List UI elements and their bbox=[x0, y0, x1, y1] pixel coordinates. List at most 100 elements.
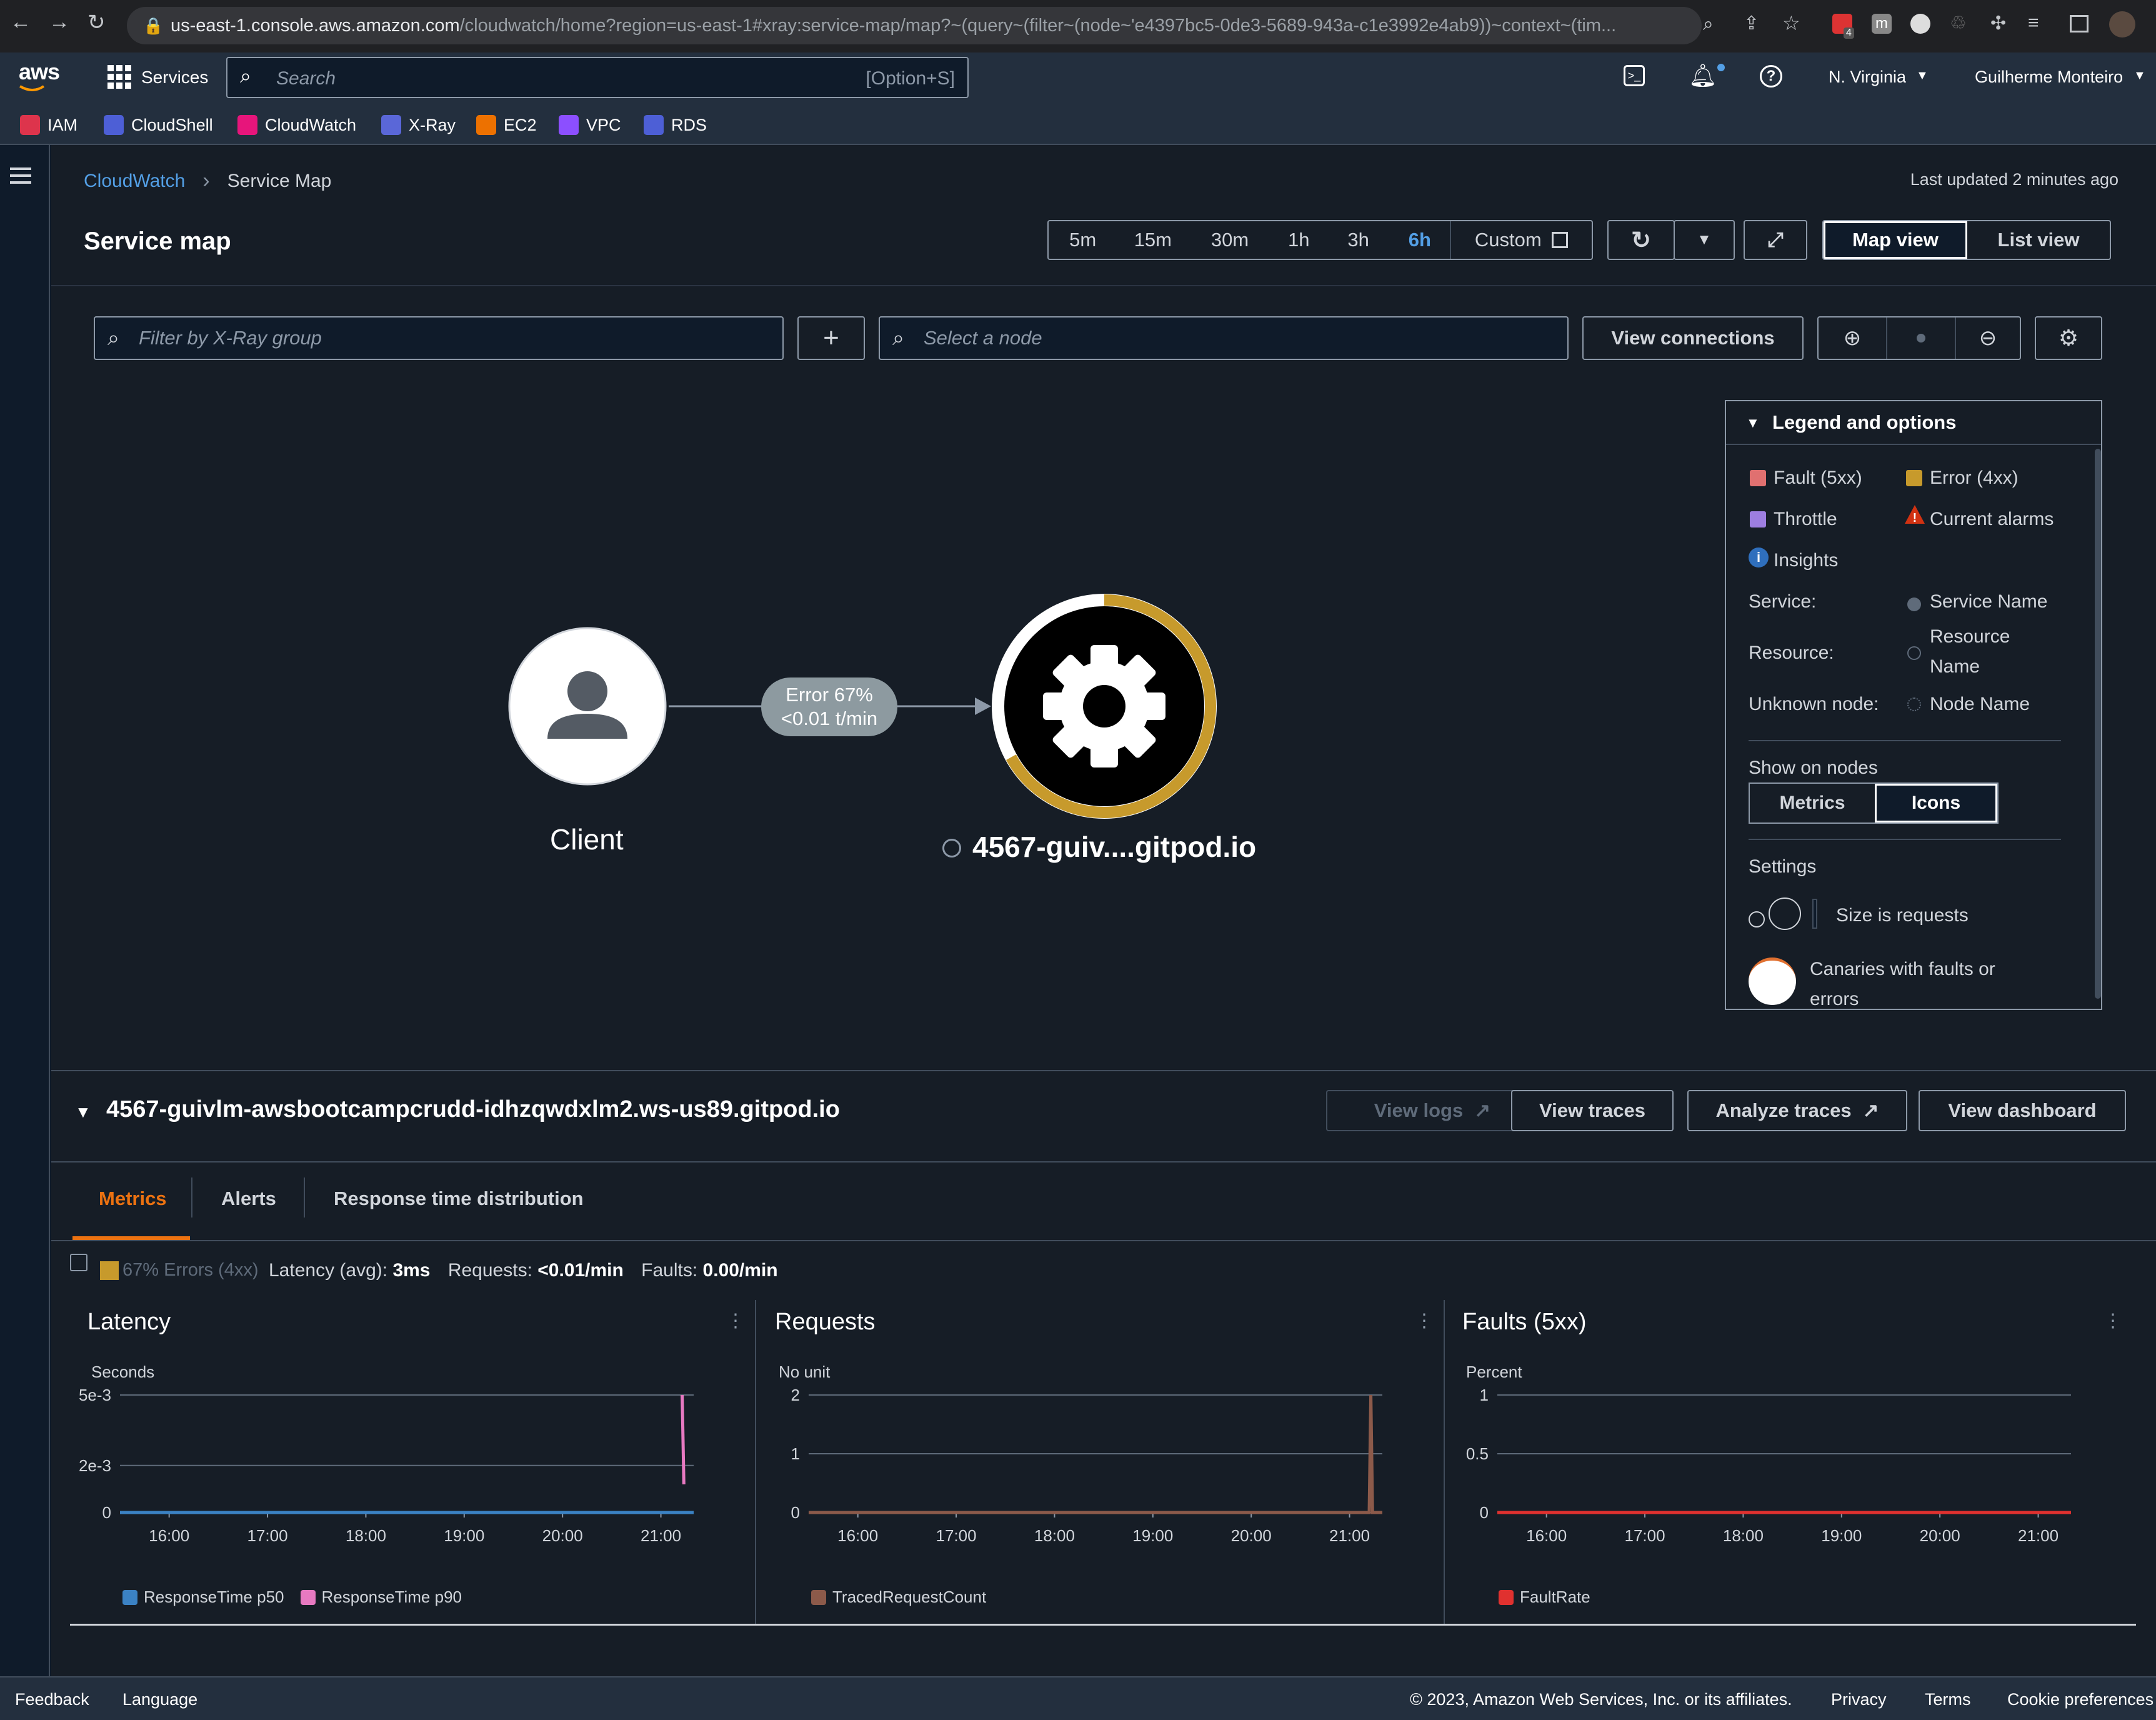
x-tick-label: 19:00 bbox=[1132, 1526, 1173, 1545]
time-range-6h[interactable]: 6h bbox=[1390, 229, 1449, 251]
edge-throughput: <0.01 t/min bbox=[781, 708, 878, 729]
widget-menu-icon[interactable]: ⋮ bbox=[2104, 1310, 2122, 1332]
x-tick-label: 16:00 bbox=[1526, 1526, 1567, 1545]
unknown-key: Unknown node: bbox=[1749, 694, 1879, 714]
profile-avatar[interactable] bbox=[2109, 11, 2135, 38]
show-metrics-button[interactable]: Metrics bbox=[1750, 784, 1875, 822]
legend-scrollbar[interactable] bbox=[2095, 449, 2101, 999]
detail-collapse-caret-icon[interactable]: ▼ bbox=[75, 1102, 91, 1122]
analyze-traces-button[interactable]: Analyze traces ↗ bbox=[1687, 1090, 1907, 1131]
series-line-responsetime-p90[interactable] bbox=[681, 1394, 686, 1484]
add-group-button[interactable]: + bbox=[797, 316, 865, 360]
tab-response-time-distribution[interactable]: Response time distribution bbox=[334, 1188, 584, 1210]
canaries-label-2: errors bbox=[1810, 989, 1859, 1009]
lock-icon: 🔒 bbox=[143, 16, 164, 35]
share-icon[interactable]: ⇪ bbox=[1744, 12, 1759, 34]
region-selector[interactable]: N. Virginia bbox=[1829, 68, 1906, 87]
media-icon[interactable]: ≡ bbox=[2028, 12, 2039, 34]
analyze-traces-label: Analyze traces bbox=[1715, 1099, 1852, 1121]
cookie-preferences-link[interactable]: Cookie preferences bbox=[2007, 1690, 2154, 1709]
time-range-3h[interactable]: 3h bbox=[1327, 229, 1390, 251]
resource-val-1: Resource bbox=[1930, 626, 2010, 647]
widget-menu-icon[interactable]: ⋮ bbox=[1415, 1310, 1434, 1332]
time-range-5m[interactable]: 5m bbox=[1049, 229, 1117, 251]
refresh-button[interactable]: ↻ bbox=[1607, 220, 1675, 260]
favorite-rds[interactable]: RDS bbox=[644, 115, 707, 135]
legend-item-p90[interactable]: ResponseTime p90 bbox=[300, 1588, 462, 1607]
service-node-label[interactable]: 4567-guiv....gitpod.io bbox=[972, 830, 1256, 864]
edge-stats-badge[interactable]: Error 67% <0.01 t/min bbox=[761, 678, 897, 736]
privacy-link[interactable]: Privacy bbox=[1831, 1690, 1887, 1709]
notifications-bell-icon[interactable]: 🔔︎ bbox=[1689, 62, 1717, 89]
bookmark-star-icon[interactable]: ☆ bbox=[1782, 11, 1800, 35]
favorite-cloudwatch[interactable]: CloudWatch bbox=[237, 115, 356, 135]
legend-item-faultrate[interactable]: FaultRate bbox=[1499, 1588, 1590, 1607]
widget-menu-icon[interactable]: ⋮ bbox=[726, 1310, 745, 1332]
favorite-label: X-Ray bbox=[409, 115, 456, 134]
breadcrumb-cloudwatch[interactable]: CloudWatch bbox=[84, 171, 185, 192]
faults-chart[interactable]: 1 0.5 0 16:00 17:00 18:00 19:00 20:00 21:00 bbox=[1446, 1388, 2131, 1575]
time-range-custom[interactable]: Custom bbox=[1449, 221, 1592, 259]
latency-label: Latency (avg): bbox=[269, 1260, 388, 1281]
feedback-link[interactable]: Feedback bbox=[15, 1690, 89, 1709]
view-traces-button[interactable]: View traces bbox=[1511, 1090, 1674, 1131]
zoom-reset-button[interactable] bbox=[1886, 318, 1956, 359]
address-bar[interactable]: 🔒 us-east-1.console.aws.amazon.com/cloud… bbox=[127, 7, 1702, 44]
legend-item-p50[interactable]: ResponseTime p50 bbox=[122, 1588, 284, 1607]
show-icons-button[interactable]: Icons bbox=[1875, 784, 1997, 822]
forward-icon[interactable]: → bbox=[49, 10, 70, 34]
aws-top-nav: aws Services ⌕ Search [Option+S] >_ 🔔︎ ?… bbox=[0, 52, 2156, 106]
map-view-button[interactable]: Map view bbox=[1824, 221, 1967, 259]
cloudwatch-icon bbox=[237, 115, 257, 135]
refresh-options-button[interactable]: ▼ bbox=[1674, 220, 1735, 260]
back-icon[interactable]: ← bbox=[10, 10, 31, 34]
errors-checkbox[interactable] bbox=[70, 1254, 87, 1271]
recycle-icon[interactable]: ♲ bbox=[1950, 12, 1967, 34]
tab-metrics[interactable]: Metrics bbox=[99, 1188, 167, 1210]
help-icon[interactable]: ? bbox=[1760, 65, 1782, 88]
aws-logo[interactable]: aws bbox=[19, 59, 60, 85]
time-range-30m[interactable]: 30m bbox=[1189, 229, 1270, 251]
favorite-vpc[interactable]: VPC bbox=[559, 115, 621, 135]
favorite-iam[interactable]: IAM bbox=[20, 115, 77, 135]
cloudshell-icon[interactable]: >_ bbox=[1624, 65, 1645, 86]
size-toggle[interactable] bbox=[1812, 899, 1817, 929]
console-search-input[interactable]: ⌕ Search [Option+S] bbox=[226, 57, 969, 98]
zoom-out-icon[interactable]: ⊖ bbox=[1956, 318, 2020, 359]
requests-ylabel: No unit bbox=[779, 1362, 831, 1381]
zoom-icon[interactable]: ⌕ bbox=[1703, 14, 1714, 35]
favorite-xray[interactable]: X-Ray bbox=[381, 115, 456, 135]
services-grid-icon[interactable] bbox=[107, 65, 131, 89]
legend-item-traced[interactable]: TracedRequestCount bbox=[811, 1588, 986, 1607]
terms-link[interactable]: Terms bbox=[1925, 1690, 1971, 1709]
favorite-ec2[interactable]: EC2 bbox=[476, 115, 537, 135]
account-menu[interactable]: Guilherme Monteiro bbox=[1975, 68, 2123, 87]
language-link[interactable]: Language bbox=[122, 1690, 197, 1709]
view-dashboard-button[interactable]: View dashboard bbox=[1919, 1090, 2126, 1131]
requests-chart[interactable]: 2 1 0 16:00 17:00 18:00 19:00 20:00 21:00 bbox=[757, 1388, 1442, 1575]
fullscreen-button[interactable]: ⤢ bbox=[1744, 220, 1807, 260]
extension-circle-icon[interactable] bbox=[1910, 14, 1930, 34]
latency-chart[interactable]: 5e-3 2e-3 0 16:00 17:00 18:00 19:00 20:00 21:00 bbox=[69, 1388, 754, 1575]
puzzle-icon[interactable]: ✣ bbox=[1990, 12, 2006, 34]
hamburger-menu-icon[interactable] bbox=[10, 168, 31, 184]
time-range-15m[interactable]: 15m bbox=[1117, 229, 1189, 251]
map-settings-button[interactable]: ⚙ bbox=[2035, 316, 2102, 360]
legend-header[interactable]: ▼ Legend and options bbox=[1726, 401, 2101, 445]
extension-m-icon[interactable]: m bbox=[1872, 14, 1892, 34]
requests-legend: TracedRequestCount bbox=[811, 1588, 986, 1607]
series-name: TracedRequestCount bbox=[832, 1588, 987, 1606]
view-connections-button[interactable]: View connections bbox=[1582, 316, 1804, 360]
favorite-cloudshell[interactable]: CloudShell bbox=[104, 115, 213, 135]
time-range-1h[interactable]: 1h bbox=[1271, 229, 1327, 251]
zoom-in-icon[interactable]: ⊕ bbox=[1819, 318, 1886, 359]
list-view-button[interactable]: List view bbox=[1967, 221, 2110, 259]
select-node-input[interactable]: ⌕ Select a node bbox=[879, 316, 1569, 360]
reload-icon[interactable]: ↻ bbox=[87, 10, 106, 35]
tab-alerts[interactable]: Alerts bbox=[221, 1188, 276, 1210]
sidepanel-icon[interactable] bbox=[2070, 15, 2089, 32]
xray-group-filter-input[interactable]: ⌕ Filter by X-Ray group bbox=[94, 316, 784, 360]
view-toggle: Map view List view bbox=[1822, 220, 2111, 260]
services-menu[interactable]: Services bbox=[141, 68, 208, 88]
faults-label: Faults: bbox=[641, 1260, 698, 1281]
